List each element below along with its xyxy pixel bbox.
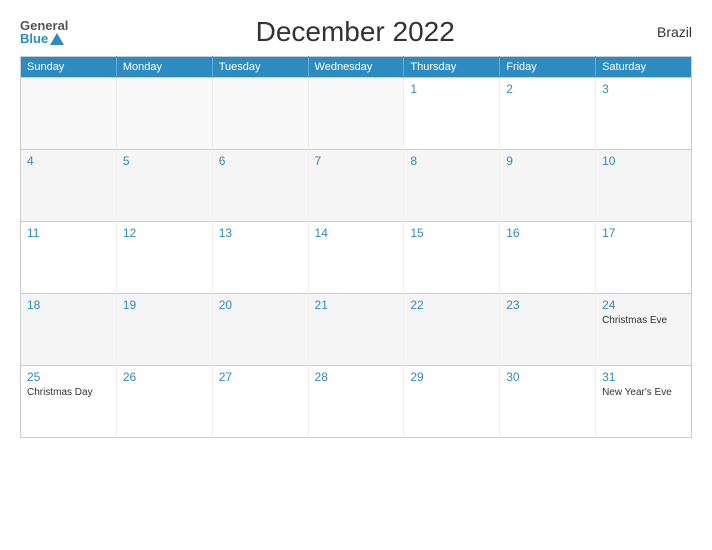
calendar-day-cell: 27 [212,366,308,438]
day-number: 28 [315,370,398,384]
day-number: 30 [506,370,589,384]
day-number: 14 [315,226,398,240]
day-number: 12 [123,226,206,240]
day-number: 6 [219,154,302,168]
calendar-table: SundayMondayTuesdayWednesdayThursdayFrid… [20,56,692,438]
day-event: Christmas Eve [602,314,685,327]
day-number: 15 [410,226,493,240]
calendar-day-cell [21,78,117,150]
weekday-header: Tuesday [212,57,308,78]
logo-blue-text: Blue [20,32,48,45]
calendar-header-row: SundayMondayTuesdayWednesdayThursdayFrid… [21,57,692,78]
day-number: 4 [27,154,110,168]
page-title: December 2022 [68,16,642,48]
calendar-day-cell: 29 [404,366,500,438]
calendar-day-cell: 2 [500,78,596,150]
country-label: Brazil [642,24,692,40]
calendar-day-cell: 3 [596,78,692,150]
calendar-day-cell: 1 [404,78,500,150]
calendar-day-cell: 7 [308,150,404,222]
calendar-day-cell: 26 [116,366,212,438]
day-number: 2 [506,82,589,96]
calendar-day-cell: 31 New Year's Eve [596,366,692,438]
calendar-day-cell: 8 [404,150,500,222]
calendar-day-cell: 9 [500,150,596,222]
day-number: 8 [410,154,493,168]
calendar-day-cell: 6 [212,150,308,222]
calendar-week-row: 123 [21,78,692,150]
calendar-day-cell: 25 Christmas Day [21,366,117,438]
weekday-header: Monday [116,57,212,78]
day-number: 13 [219,226,302,240]
calendar-day-cell: 10 [596,150,692,222]
calendar-day-cell [116,78,212,150]
logo-triangle-icon [50,33,64,45]
day-number: 7 [315,154,398,168]
day-number: 26 [123,370,206,384]
day-number: 23 [506,298,589,312]
day-number: 18 [27,298,110,312]
day-number: 31 [602,370,685,384]
calendar-day-cell: 15 [404,222,500,294]
day-number: 20 [219,298,302,312]
day-number: 21 [315,298,398,312]
day-number: 3 [602,82,685,96]
day-number: 29 [410,370,493,384]
day-number: 9 [506,154,589,168]
day-number: 19 [123,298,206,312]
day-event: New Year's Eve [602,386,685,399]
calendar-day-cell: 24 Christmas Eve [596,294,692,366]
weekday-header: Friday [500,57,596,78]
calendar-week-row: 456789 10 [21,150,692,222]
calendar-day-cell: 4 [21,150,117,222]
calendar-day-cell: 5 [116,150,212,222]
calendar-day-cell: 23 [500,294,596,366]
weekday-header: Sunday [21,57,117,78]
calendar-day-cell: 11 [21,222,117,294]
calendar-day-cell: 14 [308,222,404,294]
page-header: General Blue December 2022 Brazil [20,16,692,48]
logo: General Blue [20,19,68,45]
calendar-day-cell: 22 [404,294,500,366]
weekday-header: Thursday [404,57,500,78]
day-number: 25 [27,370,110,384]
weekday-header: Saturday [596,57,692,78]
day-number: 22 [410,298,493,312]
weekday-header: Wednesday [308,57,404,78]
calendar-day-cell: 17 [596,222,692,294]
calendar-day-cell: 13 [212,222,308,294]
calendar-day-cell: 16 [500,222,596,294]
day-event: Christmas Day [27,386,110,399]
calendar-day-cell [212,78,308,150]
day-number: 24 [602,298,685,312]
calendar-week-row: 25 Christmas Day 26 27 28 29 30 31 New Year's Ev… [21,366,692,438]
calendar-day-cell [308,78,404,150]
calendar-day-cell: 21 [308,294,404,366]
calendar-page: General Blue December 2022 Brazil Sunday… [0,0,712,550]
calendar-week-row: 18 19 20 21 22 23 24 Christmas Eve [21,294,692,366]
calendar-week-row: 11 12 13 14 15 16 17 [21,222,692,294]
day-number: 17 [602,226,685,240]
calendar-day-cell: 19 [116,294,212,366]
day-number: 10 [602,154,685,168]
day-number: 1 [410,82,493,96]
calendar-day-cell: 30 [500,366,596,438]
calendar-day-cell: 18 [21,294,117,366]
day-number: 27 [219,370,302,384]
day-number: 11 [27,226,110,240]
calendar-day-cell: 28 [308,366,404,438]
calendar-day-cell: 20 [212,294,308,366]
day-number: 16 [506,226,589,240]
calendar-day-cell: 12 [116,222,212,294]
day-number: 5 [123,154,206,168]
